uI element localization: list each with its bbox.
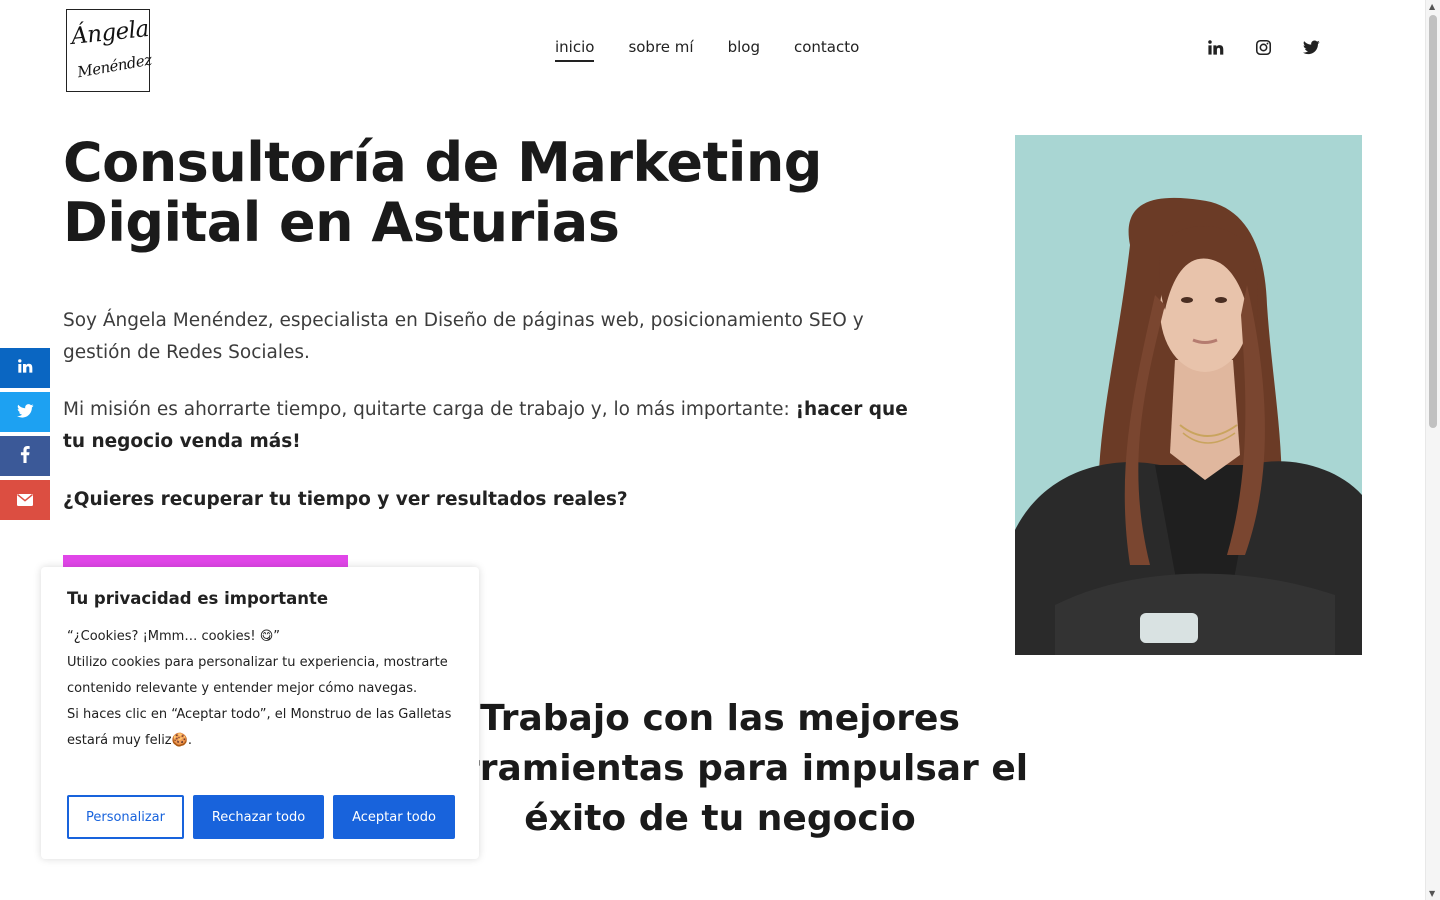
cookie-title: Tu privacidad es importante	[67, 589, 329, 608]
mail-icon	[17, 491, 33, 510]
intro-paragraph: Soy Ángela Menéndez, especialista en Dis…	[63, 310, 864, 363]
site-logo[interactable]: Ángela Menéndez	[66, 9, 153, 92]
nav-item-contacto[interactable]: contacto	[794, 38, 859, 62]
hero-question: ¿Quieres recuperar tu tiempo y ver resul…	[63, 489, 628, 510]
facebook-icon	[20, 445, 30, 467]
cookie-line-accept-note: Si haces clic en “Aceptar todo”, el Mons…	[67, 707, 452, 748]
page-title-line2: Digital en Asturias	[63, 191, 620, 254]
scrollbar-thumb[interactable]	[1429, 15, 1437, 428]
scroll-up-icon[interactable]: ▲	[1429, 2, 1435, 11]
scroll-down-icon[interactable]: ▼	[1429, 889, 1435, 898]
cookie-line-intro: “¿Cookies? ¡Mmm… cookies! 😋”	[67, 629, 281, 644]
logo-text-last: Menéndez	[76, 50, 153, 82]
tools-title-line1: Trabajo con las mejores	[480, 698, 960, 739]
accept-all-cookies-button[interactable]: Aceptar todo	[333, 795, 455, 839]
main-nav: inicio sobre mí blog contacto	[555, 38, 859, 62]
cookie-consent-dialog: Tu privacidad es importante “¿Cookies? ¡…	[41, 567, 479, 859]
header-social-links	[1204, 36, 1322, 58]
logo-text-first: Ángela	[69, 16, 150, 50]
twitter-icon[interactable]	[1300, 36, 1322, 58]
tools-title-line3: éxito de tu negocio	[524, 798, 916, 839]
profile-photo	[1015, 135, 1362, 655]
share-facebook-button[interactable]	[0, 436, 50, 476]
instagram-icon[interactable]	[1252, 36, 1274, 58]
cookie-line-description: Utilizo cookies para personalizar tu exp…	[67, 655, 448, 696]
cookie-buttons: Personalizar Rechazar todo Aceptar todo	[67, 795, 455, 839]
customize-cookies-button[interactable]: Personalizar	[67, 795, 184, 839]
linkedin-icon	[17, 358, 33, 378]
page-scrollbar[interactable]: ▲ ▼	[1425, 0, 1440, 900]
tools-section-title: Trabajo con las mejores herramientas par…	[400, 694, 1040, 844]
tools-title-line2: herramientas para impulsar el	[411, 748, 1029, 789]
page-title: Consultoría de Marketing Digital en Astu…	[63, 133, 963, 253]
reject-all-cookies-button[interactable]: Rechazar todo	[193, 795, 324, 839]
share-twitter-button[interactable]	[0, 392, 50, 432]
nav-item-blog[interactable]: blog	[728, 38, 760, 62]
share-linkedin-button[interactable]	[0, 348, 50, 388]
share-email-button[interactable]	[0, 480, 50, 520]
twitter-icon	[16, 403, 34, 422]
page-title-line1: Consultoría de Marketing	[63, 131, 822, 194]
mission-text: Mi misión es ahorrarte tiempo, quitarte …	[63, 399, 796, 420]
nav-item-sobre-mi[interactable]: sobre mí	[628, 38, 693, 62]
mission-paragraph: Mi misión es ahorrarte tiempo, quitarte …	[63, 394, 923, 458]
linkedin-icon[interactable]	[1204, 36, 1226, 58]
nav-item-inicio[interactable]: inicio	[555, 38, 595, 62]
